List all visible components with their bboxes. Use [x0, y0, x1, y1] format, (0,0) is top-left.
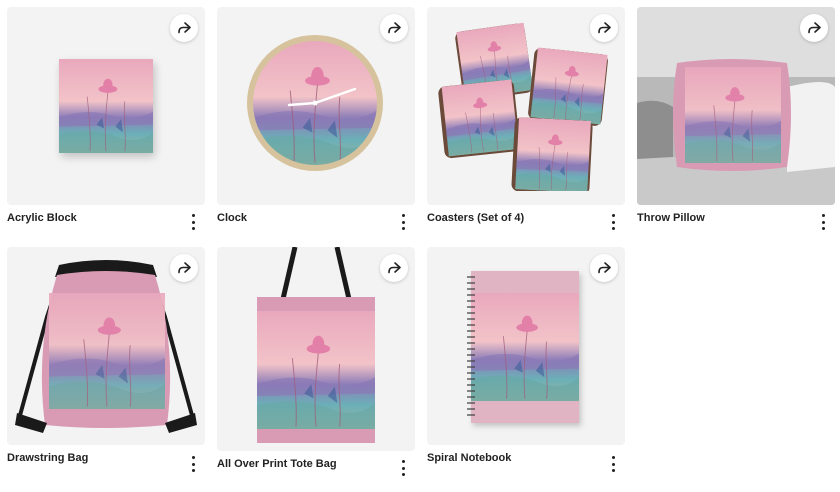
product-title[interactable]: Coasters (Set of 4) — [427, 212, 524, 224]
more-vertical-icon — [191, 214, 195, 217]
product-title[interactable]: Drawstring Bag — [7, 452, 88, 464]
product-grid: Acrylic Block Clock Coasters (Set of 4) … — [0, 0, 840, 492]
product-title[interactable]: Spiral Notebook — [427, 452, 511, 464]
more-options-button[interactable] — [609, 214, 617, 230]
more-vertical-icon — [611, 456, 615, 459]
product-card[interactable]: Drawstring Bag — [7, 247, 205, 477]
more-options-button[interactable] — [399, 214, 407, 230]
more-options-button[interactable] — [819, 214, 827, 230]
more-vertical-icon — [191, 456, 195, 459]
share-button[interactable] — [380, 14, 408, 42]
share-arrow-icon — [178, 262, 191, 274]
product-title[interactable]: Throw Pillow — [637, 212, 705, 224]
share-button[interactable] — [380, 254, 408, 282]
share-arrow-icon — [598, 262, 611, 274]
more-options-button[interactable] — [399, 460, 407, 476]
product-card[interactable]: Throw Pillow — [637, 7, 835, 237]
share-button[interactable] — [590, 14, 618, 42]
product-card[interactable]: Coasters (Set of 4) — [427, 7, 625, 237]
more-options-button[interactable] — [189, 456, 197, 472]
share-arrow-icon — [178, 22, 191, 34]
share-arrow-icon — [388, 262, 401, 274]
share-button[interactable] — [170, 14, 198, 42]
share-arrow-icon — [808, 22, 821, 34]
product-title[interactable]: All Over Print Tote Bag — [217, 458, 337, 470]
more-vertical-icon — [401, 214, 405, 217]
more-vertical-icon — [611, 214, 615, 217]
share-button[interactable] — [800, 14, 828, 42]
more-options-button[interactable] — [189, 214, 197, 230]
share-button[interactable] — [590, 254, 618, 282]
product-card[interactable]: Spiral Notebook — [427, 247, 625, 477]
more-vertical-icon — [821, 214, 825, 217]
product-title[interactable]: Acrylic Block — [7, 212, 77, 224]
share-arrow-icon — [598, 22, 611, 34]
product-card[interactable]: Clock — [217, 7, 415, 237]
share-button[interactable] — [170, 254, 198, 282]
more-options-button[interactable] — [609, 456, 617, 472]
product-card[interactable]: Acrylic Block — [7, 7, 205, 237]
product-title[interactable]: Clock — [217, 212, 247, 224]
more-vertical-icon — [401, 460, 405, 463]
product-card[interactable]: All Over Print Tote Bag — [217, 247, 415, 483]
share-arrow-icon — [388, 22, 401, 34]
